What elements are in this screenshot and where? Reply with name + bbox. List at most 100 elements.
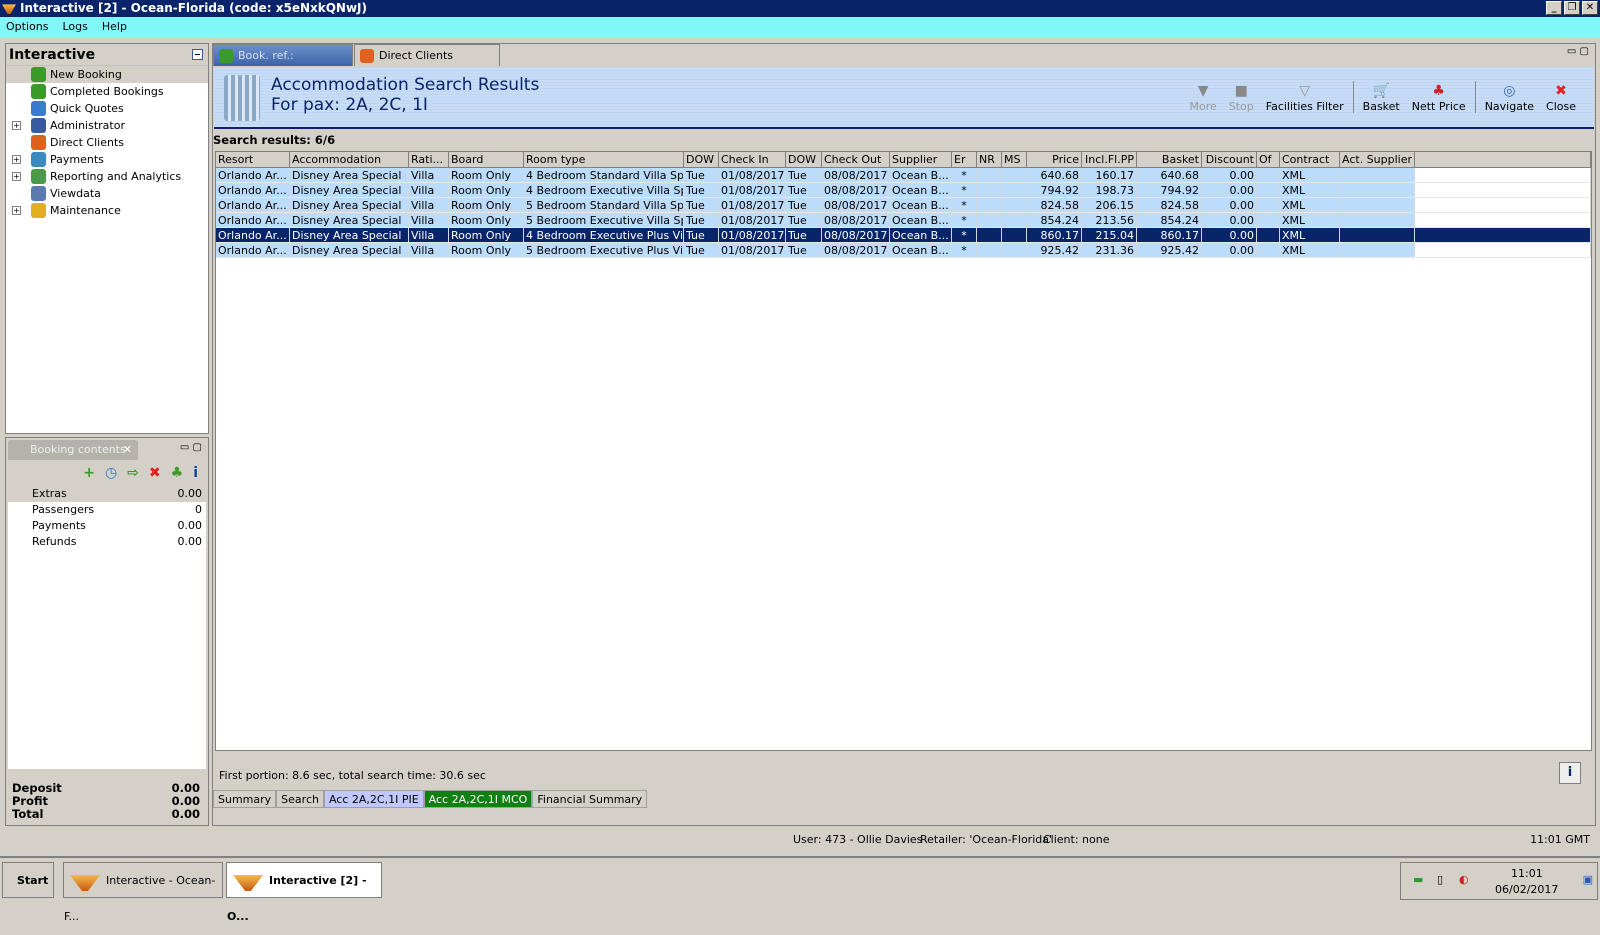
nav-item-payments[interactable]: + Payments [6,151,208,168]
column-header-board[interactable]: Board [449,152,524,168]
column-header-basket[interactable]: Basket [1137,152,1202,168]
column-header-check-out[interactable]: Check Out [822,152,890,168]
collapse-button[interactable] [192,49,203,60]
cell-resort: Orlando Ar... [216,213,290,227]
basket-move-icon[interactable]: ⇨ [127,465,139,481]
nav-item-quick-quotes[interactable]: Quick Quotes [6,100,208,117]
bottom-tab-acc-2a-2c-1i-mco[interactable]: Acc 2A,2C,1I MCO [423,790,533,808]
expand-icon[interactable]: + [12,121,21,130]
network-card-icon[interactable]: ▬ [1413,873,1423,886]
table-row[interactable]: Orlando Ar... Disney Area Special Villa Roo… [216,228,1591,243]
menu-logs[interactable]: Logs [62,17,87,37]
bottom-tab-summary[interactable]: Summary [213,790,277,808]
cell-dow: Tue [786,228,822,242]
nav-item-completed-bookings[interactable]: Completed Bookings [6,83,208,100]
minimize-button[interactable]: _ [1546,1,1562,15]
taskbar-item[interactable]: Interactive - Ocean-F... [63,862,223,923]
facilities-filter-button[interactable]: ▽ Facilities Filter [1260,82,1350,113]
navigate-button[interactable]: ◎ Navigate [1479,82,1540,113]
start-button[interactable]: Start [2,862,54,898]
expand-icon[interactable]: + [12,206,21,215]
column-header-resort[interactable]: Resort [216,152,290,168]
row-filler [1415,183,1591,197]
toolbar-label: Facilities Filter [1265,100,1344,113]
table-row[interactable]: Orlando Ar... Disney Area Special Villa Roo… [216,198,1591,213]
column-header-price[interactable]: Price [1027,152,1082,168]
column-header-incl-fl-pp[interactable]: Incl.Fl.PP [1082,152,1137,168]
bottom-tab-search[interactable]: Search [276,790,324,808]
column-header-supplier[interactable]: Supplier [890,152,952,168]
nett-price-button[interactable]: ♣ Nett Price [1406,82,1472,113]
table-row[interactable]: Orlando Ar... Disney Area Special Villa Roo… [216,168,1591,183]
nav-item-direct-clients[interactable]: Direct Clients [6,134,208,151]
main-window-buttons[interactable]: ▭ ▢ [1567,46,1589,57]
expand-icon[interactable]: + [12,172,21,181]
column-header-contract[interactable]: Contract [1280,152,1340,168]
booking-row-value: 0.00 [177,535,203,548]
restore-button[interactable]: ❐ [1564,1,1580,15]
booking-row-value: 0 [195,503,202,516]
table-row[interactable]: Orlando Ar... Disney Area Special Villa Roo… [216,213,1591,228]
column-header-ms[interactable]: MS [1002,152,1027,168]
panel-window-buttons[interactable]: ▭ ▢ [180,442,202,453]
table-row[interactable]: Orlando Ar... Disney Area Special Villa Roo… [216,243,1591,258]
clock-time[interactable]: 11:01 [1511,867,1543,880]
booking-toolbar: + ◷ ⇨ ✖ ♣ i [8,462,206,484]
nav-item-icon [31,135,46,150]
nav-item-administrator[interactable]: + Administrator [6,117,208,134]
nav-item-maintenance[interactable]: + Maintenance [6,202,208,219]
bottom-tab-acc-2a-2c-1i-pie[interactable]: Acc 2A,2C,1I PIE [323,790,424,808]
table-row[interactable]: Orlando Ar... Disney Area Special Villa Roo… [216,183,1591,198]
results-toolbar: ▼ More ■ Stop ▽ Facilities Filter 🛒 Basket ♣ Nett… [1183,81,1582,113]
nav-item-reporting-and-analytics[interactable]: + Reporting and Analytics [6,168,208,185]
system-tray: ▬ ▯ ◐ 11:01 06/02/2017 ▣ [1400,862,1598,900]
column-header-room-type[interactable]: Room type [524,152,684,168]
cell-rati: Villa [409,168,449,182]
info-icon[interactable]: i [193,465,198,481]
booking-contents-tab[interactable]: Booking contents ✕ [8,440,138,460]
menu-help[interactable]: Help [102,17,127,37]
info-button[interactable]: i [1559,762,1581,784]
column-header-dow[interactable]: DOW [786,152,822,168]
cell-rati: Villa [409,243,449,257]
column-header-accommodation[interactable]: Accommodation [290,152,409,168]
booking-contents-panel: Booking contents ✕ ▭ ▢ + ◷ ⇨ ✖ ♣ i Extras 0.00 P… [5,437,209,826]
tab-booking[interactable]: Book. ref.: <none>✕ [213,44,353,84]
close-icon[interactable]: ✕ [123,440,132,460]
column-header-dow[interactable]: DOW [684,152,719,168]
add-icon[interactable]: + [83,465,95,481]
booking-row: Passengers 0 [8,502,206,518]
column-header-nr[interactable]: NR [977,152,1002,168]
network-icon[interactable]: ▯ [1437,873,1443,886]
taskbar-item-active[interactable]: Interactive [2] - O... [226,862,382,923]
tab-direct-clients-search[interactable]: Direct Clients Search [354,44,500,84]
page-title: Accommodation Search Results [271,75,540,95]
column-header-er[interactable]: Er [952,152,977,168]
nav-item-new-booking[interactable]: New Booking [6,66,208,83]
column-header-act-supplier[interactable]: Act. Supplier [1340,152,1415,168]
cell-board: Room Only [449,243,524,257]
volume-muted-icon[interactable]: ◐ [1459,873,1469,886]
cell-dow: Tue [786,183,822,197]
column-header-discount[interactable]: Discount [1202,152,1257,168]
cell-price: 640.68 [1027,168,1082,182]
column-header-check-in[interactable]: Check In [719,152,786,168]
cell-contract: XML [1280,213,1340,227]
stop-button: ■ Stop [1223,82,1260,113]
cell-basket: 640.68 [1137,168,1202,182]
palm-icon[interactable]: ♣ [171,465,184,481]
bottom-tab-financial-summary[interactable]: Financial Summary [532,790,648,808]
column-header-of[interactable]: Of [1257,152,1280,168]
clock-refresh-icon[interactable]: ◷ [105,465,117,481]
close-window-button[interactable]: ✕ [1582,1,1598,15]
clock-date[interactable]: 06/02/2017 [1495,883,1558,896]
delete-icon[interactable]: ✖ [149,465,161,481]
close-button[interactable]: ✖ Close [1540,82,1582,113]
show-desktop-icon[interactable]: ▣ [1583,873,1593,886]
basket-button[interactable]: 🛒 Basket [1357,82,1406,113]
expand-icon[interactable]: + [12,155,21,164]
nav-item-label: Direct Clients [50,136,125,149]
menu-options[interactable]: Options [6,17,48,37]
column-header-rati[interactable]: Rati... [409,152,449,168]
nav-item-viewdata[interactable]: Viewdata [6,185,208,202]
